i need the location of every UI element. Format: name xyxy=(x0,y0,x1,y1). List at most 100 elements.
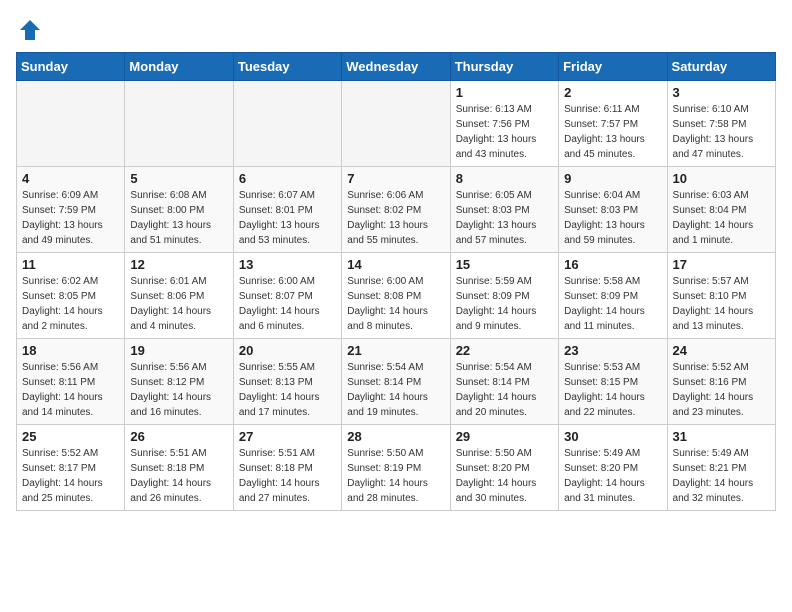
calendar-day-cell: 11 Sunrise: 6:02 AM Sunset: 8:05 PM Dayli… xyxy=(17,253,125,339)
day-info: Sunrise: 5:52 AM Sunset: 8:17 PM Dayligh… xyxy=(22,446,119,506)
day-info: Sunrise: 6:05 AM Sunset: 8:03 PM Dayligh… xyxy=(456,188,553,248)
day-info: Sunrise: 5:55 AM Sunset: 8:13 PM Dayligh… xyxy=(239,360,336,420)
day-info: Sunrise: 5:50 AM Sunset: 8:20 PM Dayligh… xyxy=(456,446,553,506)
day-info: Sunrise: 6:02 AM Sunset: 8:05 PM Dayligh… xyxy=(22,274,119,334)
day-number: 7 xyxy=(347,171,444,186)
calendar-day-cell: 24 Sunrise: 5:52 AM Sunset: 8:16 PM Dayli… xyxy=(667,339,775,425)
calendar-day-cell: 26 Sunrise: 5:51 AM Sunset: 8:18 PM Dayli… xyxy=(125,425,233,511)
day-number: 31 xyxy=(673,429,770,444)
day-number: 6 xyxy=(239,171,336,186)
day-info: Sunrise: 5:52 AM Sunset: 8:16 PM Dayligh… xyxy=(673,360,770,420)
calendar-day-cell: 14Sunrise: 6:00 AM Sunset: 8:08 PM Dayli… xyxy=(342,253,450,339)
day-number: 9 xyxy=(564,171,661,186)
day-of-week-header: Saturday xyxy=(667,53,775,81)
day-info: Sunrise: 5:49 AM Sunset: 8:21 PM Dayligh… xyxy=(673,446,770,506)
day-info: Sunrise: 6:00 AM Sunset: 8:08 PM Dayligh… xyxy=(347,274,444,334)
calendar-day-cell: 27Sunrise: 5:51 AM Sunset: 8:18 PM Dayli… xyxy=(233,425,341,511)
day-number: 8 xyxy=(456,171,553,186)
day-number: 5 xyxy=(130,171,227,186)
day-of-week-header: Tuesday xyxy=(233,53,341,81)
day-info: Sunrise: 5:54 AM Sunset: 8:14 PM Dayligh… xyxy=(456,360,553,420)
day-number: 1 xyxy=(456,85,553,100)
page-header xyxy=(16,16,776,44)
day-info: Sunrise: 6:13 AM Sunset: 7:56 PM Dayligh… xyxy=(456,102,553,162)
day-info: Sunrise: 6:07 AM Sunset: 8:01 PM Dayligh… xyxy=(239,188,336,248)
calendar-day-cell: 31 Sunrise: 5:49 AM Sunset: 8:21 PM Dayli… xyxy=(667,425,775,511)
day-number: 16 xyxy=(564,257,661,272)
day-of-week-header: Thursday xyxy=(450,53,558,81)
day-of-week-header: Friday xyxy=(559,53,667,81)
day-number: 3 xyxy=(673,85,770,100)
day-info: Sunrise: 6:09 AM Sunset: 7:59 PM Dayligh… xyxy=(22,188,119,248)
calendar-day-cell: 13Sunrise: 6:00 AM Sunset: 8:07 PM Dayli… xyxy=(233,253,341,339)
calendar-day-cell: 5 Sunrise: 6:08 AM Sunset: 8:00 PM Daylig… xyxy=(125,167,233,253)
day-number: 21 xyxy=(347,343,444,358)
day-number: 19 xyxy=(130,343,227,358)
calendar-week-row: 18 Sunrise: 5:56 AM Sunset: 8:11 PM Dayli… xyxy=(17,339,776,425)
calendar-week-row: 4 Sunrise: 6:09 AM Sunset: 7:59 PM Daylig… xyxy=(17,167,776,253)
day-number: 23 xyxy=(564,343,661,358)
day-number: 12 xyxy=(130,257,227,272)
day-info: Sunrise: 6:11 AM Sunset: 7:57 PM Dayligh… xyxy=(564,102,661,162)
day-number: 28 xyxy=(347,429,444,444)
day-info: Sunrise: 5:58 AM Sunset: 8:09 PM Dayligh… xyxy=(564,274,661,334)
calendar-day-cell: 6 Sunrise: 6:07 AM Sunset: 8:01 PM Daylig… xyxy=(233,167,341,253)
calendar-day-cell: 1 Sunrise: 6:13 AM Sunset: 7:56 PM Daylig… xyxy=(450,81,558,167)
calendar-day-cell: 9 Sunrise: 6:04 AM Sunset: 8:03 PM Daylig… xyxy=(559,167,667,253)
day-info: Sunrise: 5:49 AM Sunset: 8:20 PM Dayligh… xyxy=(564,446,661,506)
calendar-day-cell: 15 Sunrise: 5:59 AM Sunset: 8:09 PM Dayli… xyxy=(450,253,558,339)
day-info: Sunrise: 5:53 AM Sunset: 8:15 PM Dayligh… xyxy=(564,360,661,420)
day-number: 29 xyxy=(456,429,553,444)
day-number: 10 xyxy=(673,171,770,186)
day-info: Sunrise: 6:00 AM Sunset: 8:07 PM Dayligh… xyxy=(239,274,336,334)
day-info: Sunrise: 6:01 AM Sunset: 8:06 PM Dayligh… xyxy=(130,274,227,334)
calendar-day-cell: 17 Sunrise: 5:57 AM Sunset: 8:10 PM Dayli… xyxy=(667,253,775,339)
day-info: Sunrise: 5:59 AM Sunset: 8:09 PM Dayligh… xyxy=(456,274,553,334)
calendar-day-cell: 16 Sunrise: 5:58 AM Sunset: 8:09 PM Dayli… xyxy=(559,253,667,339)
calendar-week-row: 11 Sunrise: 6:02 AM Sunset: 8:05 PM Dayli… xyxy=(17,253,776,339)
day-info: Sunrise: 6:10 AM Sunset: 7:58 PM Dayligh… xyxy=(673,102,770,162)
calendar-day-cell: 30Sunrise: 5:49 AM Sunset: 8:20 PM Dayli… xyxy=(559,425,667,511)
calendar-day-cell: 7 Sunrise: 6:06 AM Sunset: 8:02 PM Daylig… xyxy=(342,167,450,253)
calendar-day-cell: 10 Sunrise: 6:03 AM Sunset: 8:04 PM Dayli… xyxy=(667,167,775,253)
calendar-day-cell: 28 Sunrise: 5:50 AM Sunset: 8:19 PM Dayli… xyxy=(342,425,450,511)
day-number: 27 xyxy=(239,429,336,444)
day-number: 22 xyxy=(456,343,553,358)
logo-icon xyxy=(16,16,44,44)
day-info: Sunrise: 6:08 AM Sunset: 8:00 PM Dayligh… xyxy=(130,188,227,248)
calendar-day-cell: 4 Sunrise: 6:09 AM Sunset: 7:59 PM Daylig… xyxy=(17,167,125,253)
calendar-day-cell: 2 Sunrise: 6:11 AM Sunset: 7:57 PM Daylig… xyxy=(559,81,667,167)
calendar-day-cell xyxy=(17,81,125,167)
calendar-day-cell xyxy=(342,81,450,167)
day-number: 24 xyxy=(673,343,770,358)
day-of-week-header: Monday xyxy=(125,53,233,81)
day-number: 26 xyxy=(130,429,227,444)
day-number: 4 xyxy=(22,171,119,186)
day-info: Sunrise: 5:57 AM Sunset: 8:10 PM Dayligh… xyxy=(673,274,770,334)
calendar-day-cell: 18 Sunrise: 5:56 AM Sunset: 8:11 PM Dayli… xyxy=(17,339,125,425)
day-info: Sunrise: 6:06 AM Sunset: 8:02 PM Dayligh… xyxy=(347,188,444,248)
day-info: Sunrise: 5:56 AM Sunset: 8:12 PM Dayligh… xyxy=(130,360,227,420)
calendar-week-row: 25Sunrise: 5:52 AM Sunset: 8:17 PM Dayli… xyxy=(17,425,776,511)
day-info: Sunrise: 6:03 AM Sunset: 8:04 PM Dayligh… xyxy=(673,188,770,248)
day-number: 17 xyxy=(673,257,770,272)
day-info: Sunrise: 5:50 AM Sunset: 8:19 PM Dayligh… xyxy=(347,446,444,506)
day-number: 11 xyxy=(22,257,119,272)
calendar-day-cell: 25Sunrise: 5:52 AM Sunset: 8:17 PM Dayli… xyxy=(17,425,125,511)
logo xyxy=(16,16,48,44)
day-info: Sunrise: 6:04 AM Sunset: 8:03 PM Dayligh… xyxy=(564,188,661,248)
day-number: 2 xyxy=(564,85,661,100)
calendar-day-cell: 20Sunrise: 5:55 AM Sunset: 8:13 PM Dayli… xyxy=(233,339,341,425)
calendar-week-row: 1 Sunrise: 6:13 AM Sunset: 7:56 PM Daylig… xyxy=(17,81,776,167)
calendar-day-cell: 12 Sunrise: 6:01 AM Sunset: 8:06 PM Dayli… xyxy=(125,253,233,339)
day-number: 15 xyxy=(456,257,553,272)
day-info: Sunrise: 5:56 AM Sunset: 8:11 PM Dayligh… xyxy=(22,360,119,420)
calendar-day-cell: 22 Sunrise: 5:54 AM Sunset: 8:14 PM Dayli… xyxy=(450,339,558,425)
day-info: Sunrise: 5:51 AM Sunset: 8:18 PM Dayligh… xyxy=(130,446,227,506)
calendar-day-cell: 23 Sunrise: 5:53 AM Sunset: 8:15 PM Dayli… xyxy=(559,339,667,425)
calendar-day-cell: 8 Sunrise: 6:05 AM Sunset: 8:03 PM Daylig… xyxy=(450,167,558,253)
day-number: 18 xyxy=(22,343,119,358)
calendar-day-cell: 3 Sunrise: 6:10 AM Sunset: 7:58 PM Daylig… xyxy=(667,81,775,167)
day-of-week-header: Sunday xyxy=(17,53,125,81)
calendar-header-row: SundayMondayTuesdayWednesdayThursdayFrid… xyxy=(17,53,776,81)
